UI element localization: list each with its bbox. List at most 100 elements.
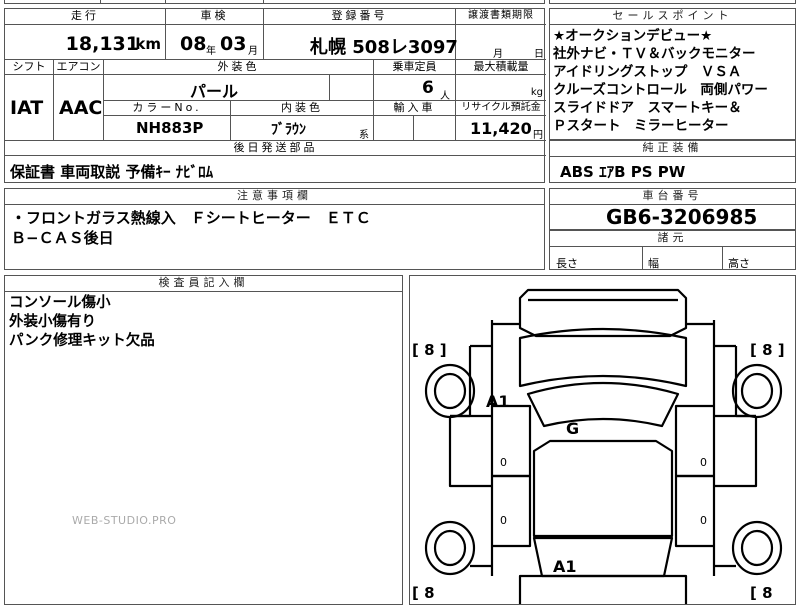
chassis-box: 車台番号 GB6-3206985 [549, 188, 796, 230]
chassis-header: 車台番号 [550, 189, 795, 205]
mileage-header: 走行 [5, 9, 166, 25]
damage-mark-a1-rear: A1 [553, 557, 577, 576]
notes-box: 注意事項欄 ・フロントガラス熱線入 Ｆシートヒーター ＥＴＣ Ｂ−ＣＡＳ後日 [4, 188, 545, 270]
transfer-cell: 月 日 [456, 25, 546, 60]
capacity-cell: 6 人 [374, 75, 456, 102]
top-stub-row [4, 0, 545, 4]
mileage-value: 18,131 [65, 33, 139, 55]
wheel-front-right [731, 363, 783, 419]
inspector-line: パンク修理キット欠品 [9, 333, 155, 349]
wheel-front-left [424, 363, 476, 419]
standard-equipment-header: 純正装備 [550, 141, 795, 157]
exterior-color-value: パール [190, 82, 239, 101]
interior-color-suffix: 系 [359, 130, 369, 141]
roof [532, 439, 674, 538]
watermark: WEB-STUDIO.PRO [72, 514, 177, 527]
selling-point-line: Ｐスタート ミラーヒーター [553, 118, 729, 134]
notes-line: ・フロントガラス熱線入 Ｆシートヒーター ＥＴＣ [11, 209, 371, 227]
inspection-month: 03 [220, 33, 247, 55]
registration-cell: 札幌 508レ3097 [264, 25, 458, 60]
shift-header: シフト [5, 60, 54, 75]
main-spec-table: 走行 車検 登録番号 譲渡書類期限 18,131 km 08 年 03 月 札幌… [4, 8, 546, 184]
selling-point-line: クルーズコントロール 両側パワー [553, 82, 768, 98]
selling-points-text: ★オークションデビュー★ 社外ナビ・ＴＶ＆バックモニター アイドリングストップ … [553, 27, 768, 135]
max-load-header: 最大積載量 [456, 60, 546, 75]
zero-mark: 0 [500, 514, 507, 527]
transfer-day: 日 [534, 49, 544, 60]
inspection-cell: 08 年 03 月 [166, 25, 264, 60]
car-diagram: [ 8 ] [ 8 ] [ 8 [ 8 A1 G A1 0 0 0 0 [412, 288, 785, 604]
interior-color-value: ﾌﾞﾗｳﾝ [271, 122, 306, 138]
later-parts-value: 保証書 車両取説 予備ｷｰ ﾅﾋﾞﾛﾑ [10, 163, 214, 181]
inspection-month-unit: 月 [248, 46, 258, 57]
inspector-box: 検査員記入欄 コンソール傷小 外装小傷有り パンク修理キット欠品 [4, 275, 403, 605]
inspection-year-unit: 年 [206, 46, 216, 57]
recycle-unit: 円 [533, 130, 543, 141]
zero-mark: 0 [700, 514, 707, 527]
tire-label-front-right: [ 8 ] [750, 341, 785, 359]
inspector-text: コンソール傷小 外装小傷有り パンク修理キット欠品 [9, 294, 155, 351]
tire-label-rear-left: [ 8 [412, 584, 435, 602]
color-no-cell: NH883P [104, 116, 231, 141]
tire-label-front-left: [ 8 ] [412, 341, 447, 359]
import-cell-a [374, 116, 414, 141]
shift-cell: IAT [5, 75, 54, 141]
length-label: 長さ [556, 257, 578, 270]
selling-points-header: セールスポイント [550, 9, 795, 25]
interior-color-header: 内装色 [231, 101, 374, 116]
recycle-cell: 11,420 円 [456, 116, 546, 141]
chassis-number: GB6-3206985 [606, 205, 758, 229]
capacity-value: 6 [422, 78, 434, 98]
exterior-color-header: 外装色 [104, 60, 374, 75]
damage-mark-g: G [566, 419, 579, 438]
aircon-cell: AAC [54, 75, 104, 141]
dimensions-box: 諸元 長さ 幅 高さ [549, 230, 796, 270]
registration-value: 札幌 508レ3097 [310, 37, 458, 58]
body-right-outline [712, 320, 736, 576]
dimensions-header: 諸元 [550, 231, 795, 247]
damage-mark-a1-front: A1 [486, 392, 510, 411]
max-load-unit: kg [530, 87, 543, 98]
height-label: 高さ [728, 257, 750, 270]
width-label: 幅 [648, 257, 659, 270]
selling-point-line: 社外ナビ・ＴＶ＆バックモニター [553, 46, 756, 62]
selling-point-line: スライドドア スマートキー＆ [553, 100, 742, 116]
notes-header: 注意事項欄 [5, 189, 544, 205]
wheel-rear-right [731, 520, 783, 576]
transfer-month: 月 [493, 49, 503, 60]
windshield [526, 381, 680, 428]
inspection-year: 08 [180, 33, 207, 55]
standard-equipment-box: 純正装備 ABS ｴｱB PS PW [549, 140, 796, 183]
capacity-unit: 人 [440, 91, 450, 102]
mileage-cell: 18,131 km [5, 25, 166, 60]
tire-label-rear-right: [ 8 [750, 584, 773, 602]
transfer-header: 譲渡書類期限 [456, 9, 546, 25]
shift-value: IAT [10, 97, 44, 119]
recycle-value: 11,420 [470, 119, 532, 138]
top-stub-right [549, 0, 796, 4]
later-parts-header: 後日発送部品 [5, 141, 546, 156]
wheel-rear-left [424, 520, 476, 576]
zero-mark: 0 [500, 456, 507, 469]
capacity-header: 乗車定員 [374, 60, 456, 75]
notes-line: Ｂ−ＣＡＳ後日 [11, 229, 114, 247]
recycle-header: リサイクル預託金 [456, 101, 546, 116]
inspector-line: コンソール傷小 [9, 295, 111, 311]
zero-mark: 0 [700, 456, 707, 469]
inspector-line: 外装小傷有り [9, 314, 96, 330]
aircon-header: エアコン [54, 60, 104, 75]
hood [518, 327, 688, 388]
notes-text: ・フロントガラス熱線入 Ｆシートヒーター ＥＴＣ Ｂ−ＣＡＳ後日 [11, 208, 371, 248]
exterior-color-extra-cell [330, 75, 374, 101]
selling-point-line: ★オークションデビュー★ [553, 28, 713, 44]
later-parts-cell: 保証書 車両取説 予備ｷｰ ﾅﾋﾞﾛﾑ [5, 156, 546, 184]
import-cell-b [414, 116, 456, 141]
color-no-header: カラーNo. [104, 101, 231, 116]
standard-equipment-value: ABS ｴｱB PS PW [560, 163, 686, 181]
inspection-header: 車検 [166, 9, 264, 25]
aircon-value: AAC [59, 97, 103, 119]
registration-header: 登録番号 [264, 9, 456, 25]
selling-point-line: アイドリングストップ ＶＳＡ [553, 64, 742, 80]
selling-points-box: セールスポイント ★オークションデビュー★ 社外ナビ・ＴＶ＆バックモニター アイ… [549, 8, 796, 140]
car-diagram-box: [ 8 ] [ 8 ] [ 8 [ 8 A1 G A1 0 0 0 0 [409, 275, 796, 605]
